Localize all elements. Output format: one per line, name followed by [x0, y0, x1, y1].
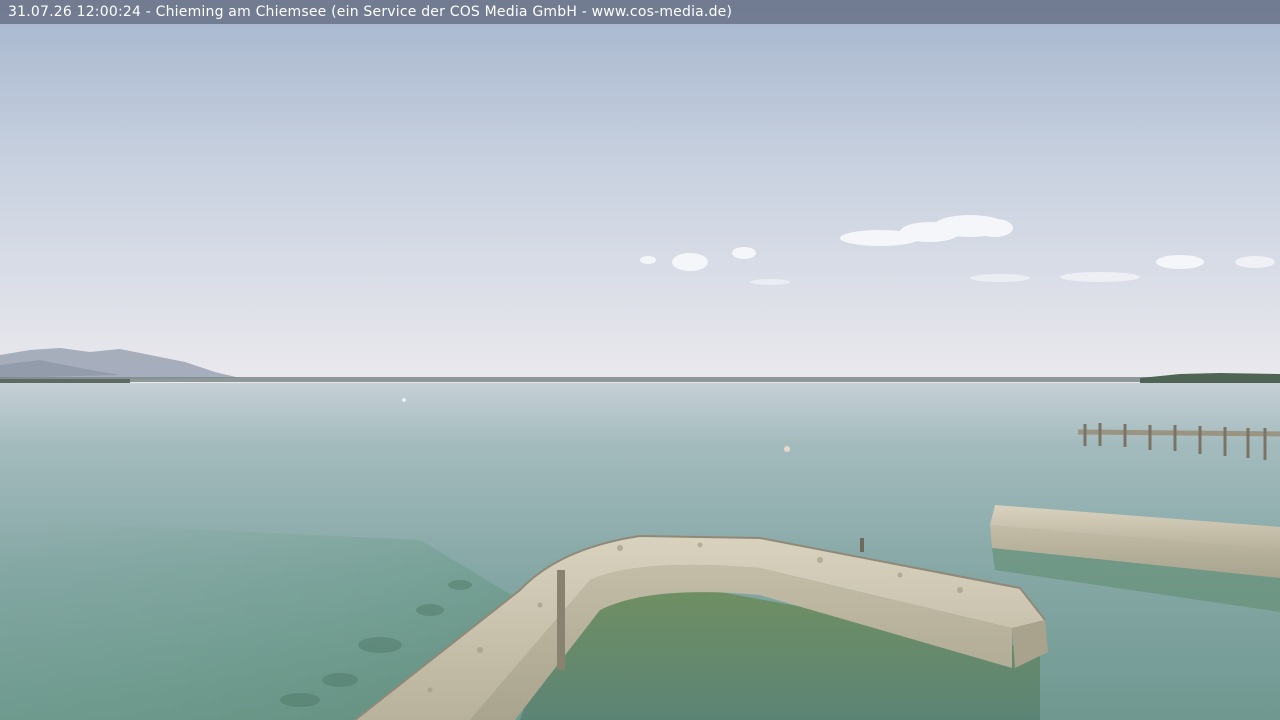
webcam-caption-bar: 31.07.26 12:00:24 - Chieming am Chiemsee…	[0, 0, 1280, 24]
webcam-frame: 31.07.26 12:00:24 - Chieming am Chiemsee…	[0, 0, 1280, 720]
lake-scene-image	[0, 0, 1280, 720]
webcam-caption: 31.07.26 12:00:24 - Chieming am Chiemsee…	[8, 4, 733, 20]
